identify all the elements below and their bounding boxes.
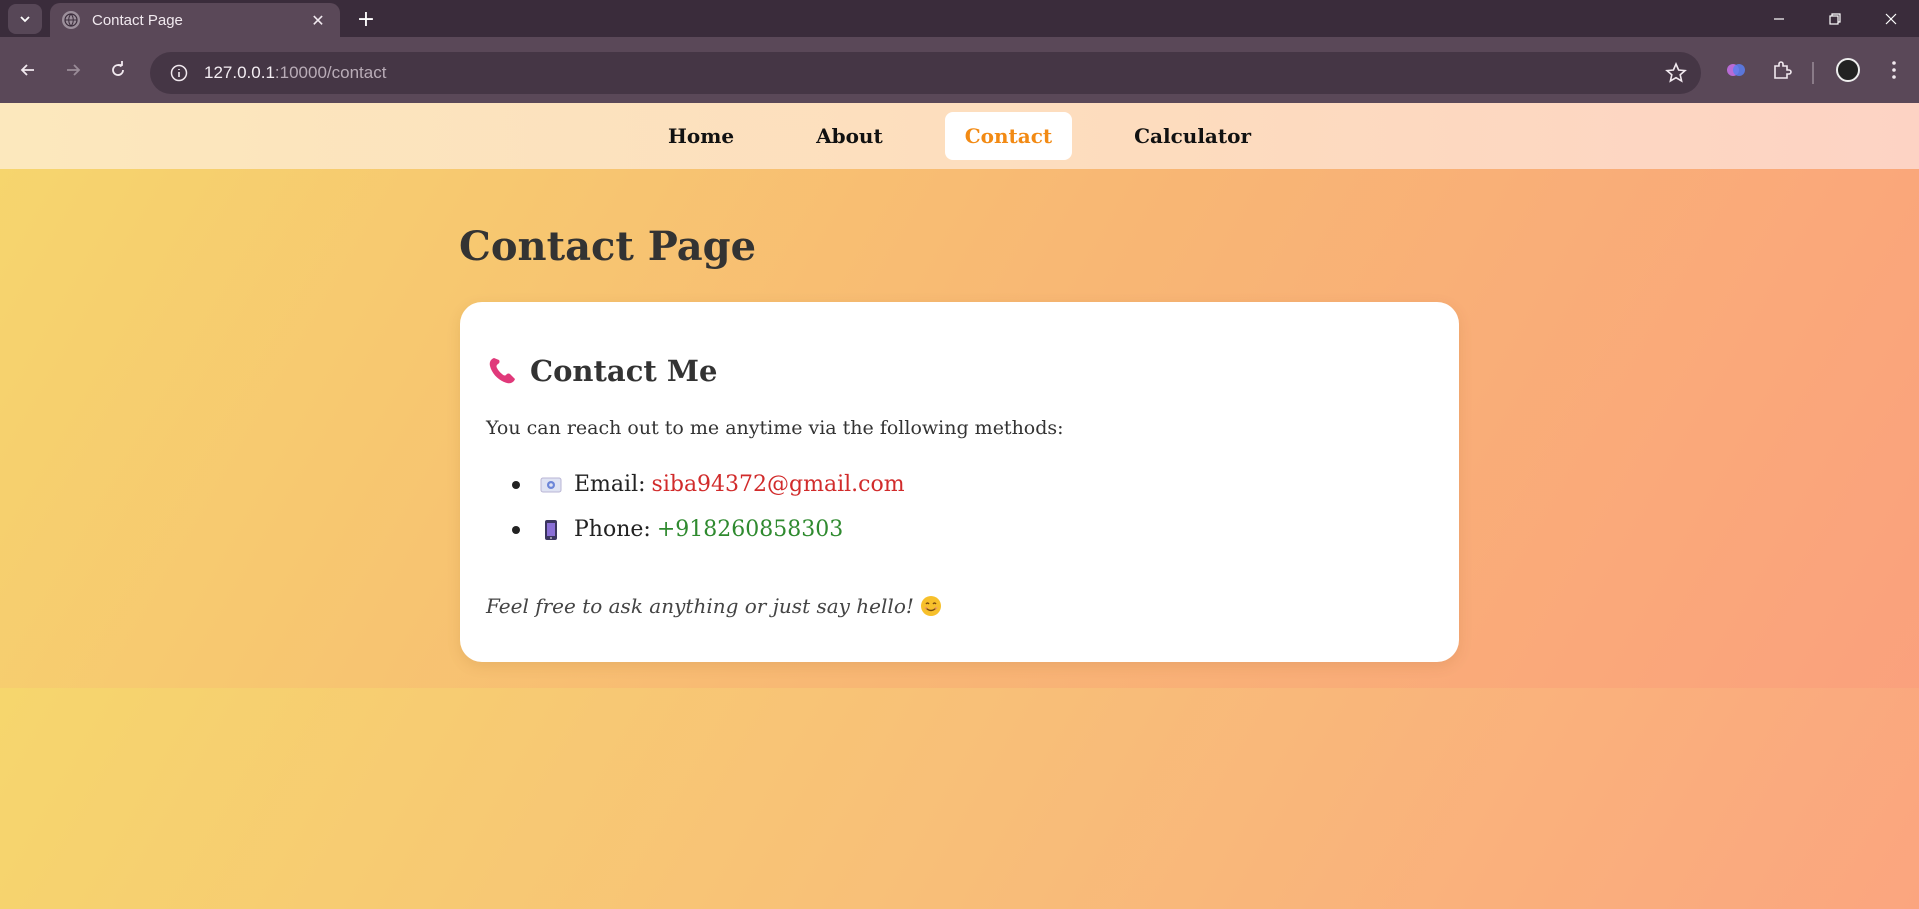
minimize-icon: [1774, 17, 1784, 20]
close-icon: [1885, 13, 1897, 24]
mobile-phone-icon: [540, 519, 562, 541]
restore-button[interactable]: [1807, 0, 1863, 37]
restore-icon: [1829, 12, 1841, 25]
url-path: :10000/contact: [274, 63, 387, 82]
nav-link-calculator[interactable]: Calculator: [1114, 112, 1271, 160]
email-link[interactable]: siba94372@gmail.com: [652, 472, 905, 497]
nav-link-contact[interactable]: Contact: [944, 112, 1073, 160]
back-button[interactable]: [12, 54, 44, 86]
browser-tab[interactable]: Contact Page ✕: [50, 3, 340, 37]
card-footer: Feel free to ask anything or just say he…: [486, 594, 942, 618]
list-item-phone: Phone: +918260858303: [486, 507, 905, 552]
phone-icon: [489, 358, 515, 384]
bookmark-star-icon[interactable]: [1665, 62, 1687, 84]
site-info-icon[interactable]: [166, 60, 192, 86]
page-background-lower: [0, 688, 1919, 909]
contact-list: Email: siba94372@gmail.com Phone: +91826…: [486, 462, 905, 552]
bullet: [512, 480, 520, 489]
browser-tab-bar: Contact Page ✕ +: [0, 0, 1919, 37]
tab-close-icon[interactable]: ✕: [308, 11, 328, 30]
browser-toolbar: 127.0.0.1:10000/contact: [0, 37, 1919, 103]
browser-menu-button[interactable]: [1879, 55, 1909, 85]
site-navbar: Home About Contact Calculator: [0, 103, 1919, 169]
phone-link[interactable]: +918260858303: [657, 517, 843, 542]
new-tab-button[interactable]: +: [352, 5, 380, 33]
card-intro: You can reach out to me anytime via the …: [486, 417, 1064, 439]
nav-link-about[interactable]: About: [796, 112, 903, 160]
bullet: [512, 525, 520, 534]
tab-title: Contact Page: [92, 11, 183, 29]
globe-icon: [62, 11, 80, 29]
page-title: Contact Page: [459, 223, 757, 270]
more-vertical-icon: [1892, 61, 1896, 79]
envelope-icon: [540, 474, 562, 496]
tab-search-button[interactable]: [8, 4, 42, 34]
card-footer-text: Feel free to ask anything or just say he…: [486, 594, 914, 618]
avatar: [1836, 58, 1860, 82]
url-host: 127.0.0.1: [204, 63, 275, 82]
nav-link-home[interactable]: Home: [648, 112, 754, 160]
reload-icon: [112, 61, 124, 76]
smile-emoji-icon: [920, 596, 941, 616]
card-header: Contact Me: [486, 354, 717, 388]
extensions-puzzle-icon[interactable]: [1767, 55, 1797, 85]
address-bar[interactable]: 127.0.0.1:10000/contact: [150, 52, 1701, 94]
chevron-down-icon: [20, 16, 30, 23]
contact-card: Contact Me You can reach out to me anyti…: [460, 302, 1459, 662]
profile-avatar-button[interactable]: [1833, 55, 1863, 85]
page-viewport: Home About Contact Calculator Contact Pa…: [0, 103, 1919, 909]
close-window-button[interactable]: [1863, 0, 1919, 37]
card-title: Contact Me: [530, 354, 718, 388]
arrow-right-icon: [67, 64, 81, 76]
forward-button[interactable]: [57, 54, 89, 86]
extension-brain-icon[interactable]: [1721, 55, 1751, 85]
email-label: Email:: [574, 472, 646, 497]
list-item-email: Email: siba94372@gmail.com: [486, 462, 905, 507]
reload-button[interactable]: [102, 54, 134, 86]
phone-label: Phone:: [574, 517, 651, 542]
arrow-left-icon: [20, 64, 34, 76]
minimize-button[interactable]: [1751, 0, 1807, 37]
toolbar-divider: [1812, 62, 1814, 84]
